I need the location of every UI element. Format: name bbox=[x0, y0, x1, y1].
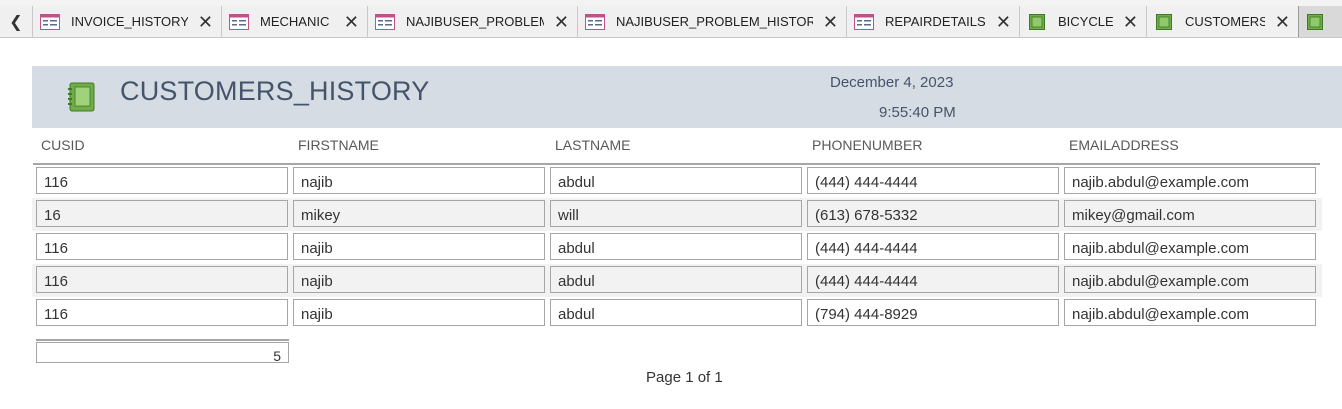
tab-bicycle[interactable]: BICYCLE ✕ bbox=[1019, 6, 1146, 37]
tab-customers-history-active[interactable] bbox=[1298, 6, 1342, 37]
column-header-cusid: CUSID bbox=[41, 137, 85, 153]
cell-emailaddress: najib.abdul@example.com bbox=[1064, 167, 1316, 194]
cell-cusid: 116 bbox=[36, 266, 288, 293]
document-tab-bar: ❮ INVOICE_HISTORY ✕ MECHANIC ✕ NAJIBUSER… bbox=[0, 6, 1342, 38]
scroll-tabs-left-icon[interactable]: ❮ bbox=[0, 6, 32, 37]
report-header: CUSTOMERS_HISTORY December 4, 2023 9:55:… bbox=[32, 66, 1342, 128]
cell-emailaddress: najib.abdul@example.com bbox=[1064, 266, 1316, 293]
tab-invoice-history[interactable]: INVOICE_HISTORY ✕ bbox=[32, 6, 221, 37]
cell-lastname: abdul bbox=[550, 266, 802, 293]
report-title: CUSTOMERS_HISTORY bbox=[120, 76, 430, 106]
tab-label: NAJIBUSER_PROBLEM_HISTORY bbox=[616, 14, 813, 29]
close-tab-icon[interactable]: ✕ bbox=[554, 13, 569, 31]
close-tab-icon[interactable]: ✕ bbox=[1123, 13, 1138, 31]
cell-cusid: 116 bbox=[36, 299, 288, 326]
table-row: 116 najib abdul (444) 444-4444 najib.abd… bbox=[32, 264, 1322, 297]
report-icon bbox=[854, 13, 874, 30]
cell-firstname: najib bbox=[293, 233, 545, 260]
cell-phonenumber: (613) 678-5332 bbox=[807, 200, 1059, 227]
column-header-phonenumber: PHONENUMBER bbox=[812, 137, 923, 153]
tab-customers[interactable]: CUSTOMERS ✕ bbox=[1146, 6, 1298, 37]
tab-mechanic[interactable]: MECHANIC ✕ bbox=[221, 6, 367, 37]
table-row: 116 najib abdul (794) 444-8929 najib.abd… bbox=[32, 297, 1322, 330]
report-time: 9:55:40 PM bbox=[879, 104, 956, 121]
cell-lastname: abdul bbox=[550, 299, 802, 326]
total-divider bbox=[36, 339, 289, 341]
cell-phonenumber: (444) 444-4444 bbox=[807, 233, 1059, 260]
report-icon bbox=[40, 13, 60, 30]
tab-label: INVOICE_HISTORY bbox=[71, 14, 188, 29]
tab-najibuser-problem-history[interactable]: NAJIBUSER_PROBLEM_HISTORY ✕ bbox=[577, 6, 846, 37]
cell-emailaddress: najib.abdul@example.com bbox=[1064, 299, 1316, 326]
column-header-emailaddress: EMAILADDRESS bbox=[1069, 137, 1179, 153]
close-tab-icon[interactable]: ✕ bbox=[344, 13, 359, 31]
tab-repairdetails[interactable]: REPAIRDETAILS ✕ bbox=[846, 6, 1019, 37]
column-header-lastname: LASTNAME bbox=[555, 137, 631, 153]
report-icon bbox=[585, 13, 605, 30]
cell-cusid: 16 bbox=[36, 200, 288, 227]
tab-label: REPAIRDETAILS bbox=[885, 14, 986, 29]
form-icon bbox=[1029, 13, 1045, 30]
form-icon bbox=[1156, 13, 1172, 30]
tab-label: NAJIBUSER_PROBLEM bbox=[406, 14, 544, 29]
page-number: Page 1 of 1 bbox=[646, 369, 723, 386]
close-tab-icon[interactable]: ✕ bbox=[823, 13, 838, 31]
cell-firstname: najib bbox=[293, 299, 545, 326]
cell-lastname: abdul bbox=[550, 233, 802, 260]
notebook-icon bbox=[68, 82, 95, 112]
report-date: December 4, 2023 bbox=[830, 74, 954, 91]
column-header-firstname: FIRSTNAME bbox=[298, 137, 379, 153]
cell-firstname: najib bbox=[293, 167, 545, 194]
cell-cusid: 116 bbox=[36, 233, 288, 260]
table-row: 116 najib abdul (444) 444-4444 najib.abd… bbox=[32, 231, 1322, 264]
table-row: 116 najib abdul (444) 444-4444 najib.abd… bbox=[32, 165, 1322, 198]
cell-emailaddress: mikey@gmail.com bbox=[1064, 200, 1316, 227]
cell-cusid: 116 bbox=[36, 167, 288, 194]
tab-label: CUSTOMERS bbox=[1185, 14, 1265, 29]
cell-phonenumber: (794) 444-8929 bbox=[807, 299, 1059, 326]
form-icon bbox=[1307, 13, 1323, 30]
cell-firstname: mikey bbox=[293, 200, 545, 227]
tab-najibuser-problem[interactable]: NAJIBUSER_PROBLEM ✕ bbox=[367, 6, 577, 37]
cell-lastname: abdul bbox=[550, 167, 802, 194]
close-tab-icon[interactable]: ✕ bbox=[198, 13, 213, 31]
tab-label: MECHANIC bbox=[260, 14, 330, 29]
record-count: 5 bbox=[36, 342, 289, 363]
close-tab-icon[interactable]: ✕ bbox=[996, 13, 1011, 31]
report-icon bbox=[229, 13, 249, 30]
close-tab-icon[interactable]: ✕ bbox=[1275, 13, 1290, 31]
table-row: 16 mikey will (613) 678-5332 mikey@gmail… bbox=[32, 198, 1322, 231]
cell-firstname: najib bbox=[293, 266, 545, 293]
cell-phonenumber: (444) 444-4444 bbox=[807, 167, 1059, 194]
column-headers: CUSID FIRSTNAME LASTNAME PHONENUMBER EMA… bbox=[32, 137, 1320, 165]
tab-label: BICYCLE bbox=[1058, 14, 1113, 29]
cell-emailaddress: najib.abdul@example.com bbox=[1064, 233, 1316, 260]
cell-phonenumber: (444) 444-4444 bbox=[807, 266, 1059, 293]
cell-lastname: will bbox=[550, 200, 802, 227]
report-icon bbox=[375, 13, 395, 30]
